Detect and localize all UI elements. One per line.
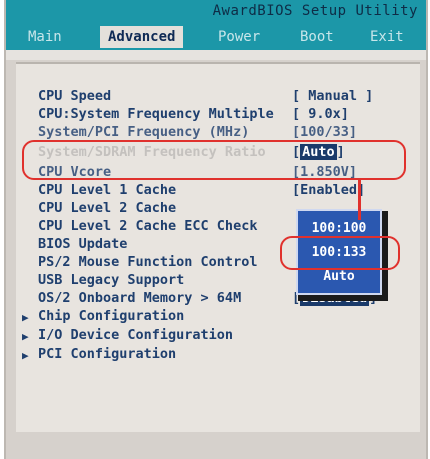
tab-power[interactable]: Power (210, 26, 268, 48)
setting-label-cpu-speed[interactable]: CPU Speed (38, 88, 111, 104)
submenu-chip-configuration[interactable]: Chip Configuration (38, 308, 184, 324)
footer-bar (6, 432, 426, 459)
bios-screen: AwardBIOS Setup Utility Main Advanced Po… (4, 0, 428, 459)
setting-label-l1-cache[interactable]: CPU Level 1 Cache (38, 182, 176, 198)
callout-connector (358, 180, 361, 220)
setting-value-frequency-multiple[interactable]: [ 9.0x] (292, 106, 349, 122)
header-divider (6, 50, 426, 60)
setting-label-pci-frequency[interactable]: System/PCI Frequency (MHz) (38, 124, 249, 140)
setting-label-usb-legacy[interactable]: USB Legacy Support (38, 272, 184, 288)
highlight-callout-option (280, 236, 400, 270)
setting-label-frequency-multiple[interactable]: CPU:System Frequency Multiple (38, 106, 274, 122)
app-title: AwardBIOS Setup Utility (212, 3, 418, 19)
popup-option-100-100[interactable]: 100:100 (298, 221, 380, 236)
menu-tabs: Main Advanced Power Boot Exit (6, 26, 426, 48)
tab-main[interactable]: Main (20, 26, 70, 48)
triangle-right-icon: ▶ (22, 330, 29, 343)
setting-label-bios-update[interactable]: BIOS Update (38, 236, 127, 252)
setting-value-l1-cache[interactable]: [Enabled] (292, 182, 365, 198)
triangle-right-icon: ▶ (22, 349, 29, 362)
tab-advanced[interactable]: Advanced (100, 26, 184, 48)
setting-label-ps2-mouse[interactable]: PS/2 Mouse Function Control (38, 254, 257, 270)
setting-label-os2-memory[interactable]: OS/2 Onboard Memory > 64M (38, 290, 241, 306)
setting-label-l2-ecc[interactable]: CPU Level 2 Cache ECC Check (38, 218, 257, 234)
setting-value-cpu-speed[interactable]: [ Manual ] (292, 88, 373, 104)
title-bar: AwardBIOS Setup Utility Main Advanced Po… (6, 0, 426, 50)
tab-boot[interactable]: Boot (292, 26, 342, 48)
setting-label-l2-cache[interactable]: CPU Level 2 Cache (38, 200, 176, 216)
submenu-pci-configuration[interactable]: PCI Configuration (38, 346, 176, 362)
tab-exit[interactable]: Exit (362, 26, 412, 48)
highlight-callout-row (22, 140, 406, 180)
submenu-io-device-configuration[interactable]: I/O Device Configuration (38, 327, 233, 343)
popup-option-auto[interactable]: Auto (298, 269, 380, 284)
setting-value-pci-frequency[interactable]: [100/33] (292, 124, 357, 140)
triangle-right-icon: ▶ (22, 311, 29, 324)
